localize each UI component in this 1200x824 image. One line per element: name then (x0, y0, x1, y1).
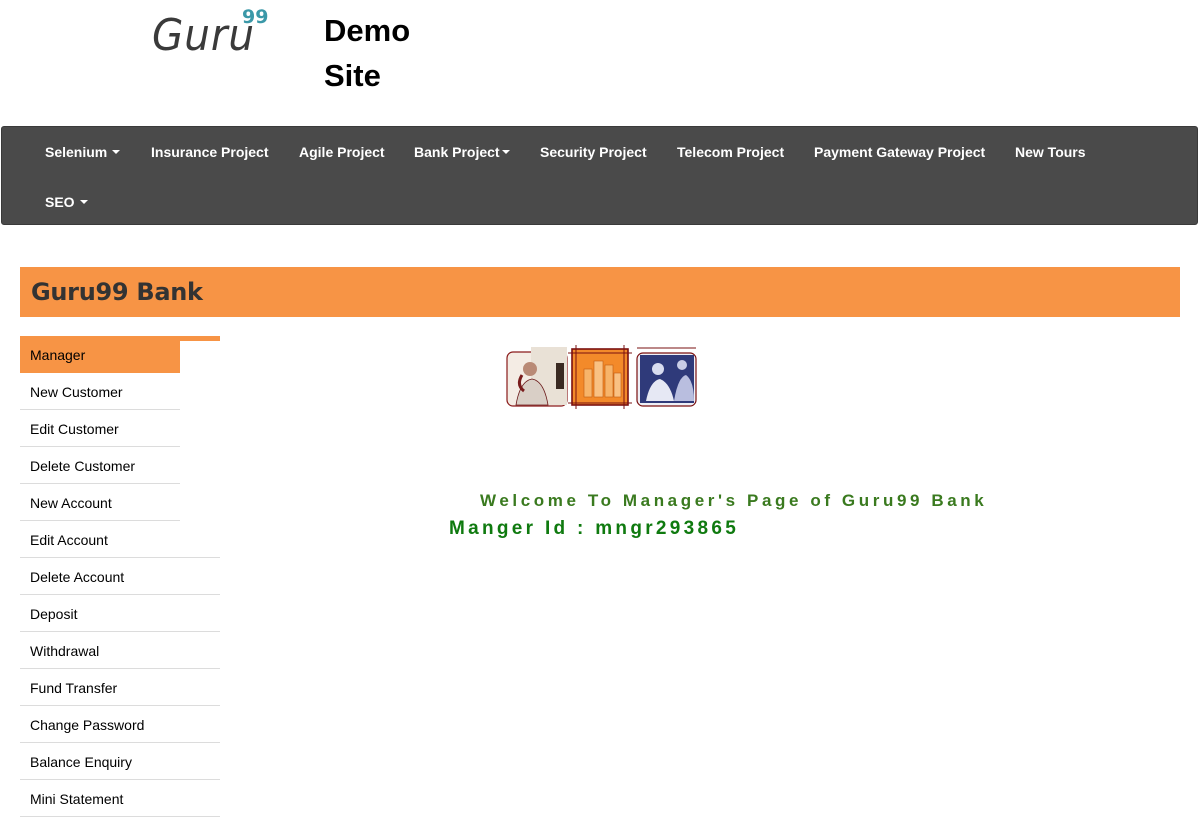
sidebar-item-balance-enquiry[interactable]: Balance Enquiry (20, 744, 220, 780)
site-title-line2: Site (324, 58, 381, 93)
banner-photo-phone (506, 347, 568, 407)
sidebar-item-edit-customer[interactable]: Edit Customer (20, 411, 180, 447)
sidebar-item-delete-account[interactable]: Delete Account (20, 559, 220, 595)
bank-title: Guru99 Bank (31, 278, 203, 306)
sidebar-item-manager[interactable]: Manager (20, 337, 180, 373)
sidebar-item-new-customer[interactable]: New Customer (20, 374, 180, 410)
nav-bank-project[interactable]: Bank Project (414, 142, 510, 162)
top-navbar: Selenium Insurance Project Agile Project… (1, 126, 1198, 225)
site-title: Demo Site (324, 8, 434, 98)
nav-bank-project-label: Bank Project (414, 144, 500, 160)
nav-selenium-label: Selenium (45, 144, 108, 160)
nav-insurance-project-label: Insurance Project (151, 144, 269, 160)
nav-selenium[interactable]: Selenium (45, 142, 121, 162)
sidebar-item-edit-account[interactable]: Edit Account (20, 522, 220, 558)
nav-agile-project[interactable]: Agile Project (299, 142, 385, 162)
banner-photo-people (636, 347, 697, 407)
nav-new-tours-label: New Tours (1015, 144, 1086, 160)
sidebar-item-delete-customer[interactable]: Delete Customer (20, 448, 180, 484)
nav-telecom-project-label: Telecom Project (677, 144, 785, 160)
nav-security-project[interactable]: Security Project (540, 142, 647, 162)
nav-seo-label: SEO (45, 194, 75, 210)
welcome-message: Welcome To Manager's Page of Guru99 Bank (480, 491, 988, 510)
nav-insurance-project[interactable]: Insurance Project (151, 142, 269, 162)
nav-agile-project-label: Agile Project (299, 144, 385, 160)
bank-header: Guru99 Bank (20, 267, 1180, 317)
caret-down-icon (501, 150, 510, 155)
guru99-logo[interactable]: Guru 99 (152, 4, 282, 64)
sidebar-item-deposit[interactable]: Deposit (20, 596, 220, 632)
sidebar-item-new-account[interactable]: New Account (20, 485, 180, 521)
logo-word: Guru (152, 10, 256, 61)
logo-superscript: 99 (242, 6, 269, 28)
caret-down-icon (112, 150, 121, 155)
sidebar-item-withdrawal[interactable]: Withdrawal (20, 633, 220, 669)
nav-new-tours[interactable]: New Tours (1015, 142, 1086, 162)
banner-photo-coins (568, 345, 632, 409)
bank-banner-images (506, 345, 697, 409)
site-title-line1: Demo (324, 13, 411, 48)
nav-seo[interactable]: SEO (45, 192, 88, 212)
sidebar-item-change-password[interactable]: Change Password (20, 707, 220, 743)
sidebar-item-fund-transfer[interactable]: Fund Transfer (20, 670, 220, 706)
nav-security-project-label: Security Project (540, 144, 647, 160)
caret-down-icon (79, 200, 88, 205)
nav-payment-gateway-project-label: Payment Gateway Project (814, 144, 986, 160)
nav-telecom-project[interactable]: Telecom Project (677, 142, 784, 162)
nav-payment-gateway-project[interactable]: Payment Gateway Project (814, 142, 985, 162)
manager-id-text: Manger Id : mngr293865 (449, 518, 740, 539)
sidebar-item-mini-statement[interactable]: Mini Statement (20, 781, 220, 817)
